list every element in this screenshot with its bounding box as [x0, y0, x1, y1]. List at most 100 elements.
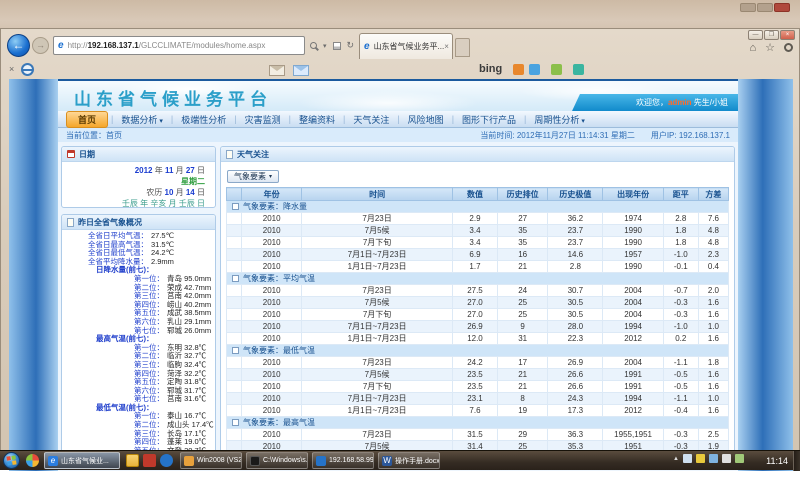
column-header-2[interactable]: 时间 — [302, 188, 453, 201]
table-row[interactable]: 20107月下旬23.52126.61991-0.51.6 — [227, 381, 729, 393]
nav-item-7[interactable]: 图形下行产品 — [454, 113, 524, 126]
ime-icon[interactable] — [696, 454, 705, 463]
folder-icon[interactable] — [126, 454, 139, 467]
table-row[interactable]: 20107月1日~7月23日23.1824.31994-1.11.0 — [227, 393, 729, 405]
nav-item-3[interactable]: 灾害监测 — [237, 113, 289, 126]
table-group-row[interactable]: 气象要素：最低气温 — [227, 345, 729, 357]
media-app-icon[interactable] — [143, 454, 156, 467]
network-icon[interactable] — [709, 454, 718, 463]
table-row[interactable]: 20107月23日24.21726.92004-1.11.8 — [227, 357, 729, 369]
checkbox[interactable] — [232, 203, 239, 210]
weather-focus-panel: 天气关注 气象要素 ▾ — [220, 146, 735, 464]
back-button[interactable]: ← — [7, 34, 30, 57]
nav-item-1[interactable]: 数据分析▾ — [113, 113, 171, 126]
app-icon[interactable] — [26, 454, 39, 467]
forward-button[interactable]: → — [32, 37, 49, 54]
table-row[interactable]: 20107月下旬3.43523.719901.84.8 — [227, 237, 729, 249]
show-desktop-button[interactable] — [793, 451, 800, 471]
browser-app-icon[interactable] — [160, 454, 173, 467]
address-bar[interactable]: e http://192.168.137.1/GLCCLIMATE/module… — [53, 36, 305, 55]
nav-item-4[interactable]: 整编资料 — [291, 113, 343, 126]
new-tab-button[interactable] — [455, 38, 470, 57]
nav-item-5[interactable]: 天气关注 — [345, 113, 397, 126]
table-row[interactable]: 20107月23日31.52936.31955,1951-0.32.5 — [227, 429, 729, 441]
table-row[interactable]: 20101月1日~7月23日1.7212.81990-0.10.4 — [227, 261, 729, 273]
compatibility-view-icon[interactable] — [333, 42, 341, 50]
toolbar-close-icon[interactable]: × — [9, 64, 14, 74]
close-button[interactable]: × — [780, 30, 795, 40]
row-select-cell — [227, 261, 242, 273]
maximize-button[interactable]: ❐ — [764, 30, 779, 40]
mail-open-icon[interactable] — [293, 65, 309, 76]
toolbar-icon-green[interactable] — [551, 64, 562, 75]
cell: 7月23日 — [302, 429, 453, 441]
volume-icon[interactable] — [722, 454, 731, 463]
refresh-icon[interactable]: ↻ — [347, 40, 355, 51]
cell: 1.6 — [698, 405, 728, 417]
cell: 26.9 — [452, 321, 497, 333]
table-row[interactable]: 20107月5候3.43523.719901.84.8 — [227, 225, 729, 237]
toolbar-icon-orange[interactable] — [513, 64, 524, 75]
column-header-6[interactable]: 出现年份 — [603, 188, 663, 201]
weather-table: 年份时间数值历史排位历史极值出现年份距平方差 气象要素：降水量20107月23日… — [226, 187, 729, 464]
table-group-row[interactable]: 气象要素：降水量 — [227, 201, 729, 213]
taskbar-task-active[interactable]: e 山东省气候业... — [44, 452, 120, 469]
search-icon[interactable] — [310, 42, 317, 49]
nav-item-6[interactable]: 风险地图 — [400, 113, 452, 126]
nav-item-0[interactable]: 首页 — [66, 111, 108, 128]
taskbar-task-vm[interactable]: Win2008 (VS2... — [180, 452, 242, 469]
taskbar-clock[interactable]: 11:14 — [766, 456, 788, 466]
update-icon[interactable] — [683, 454, 692, 463]
taskbar-task-rdp[interactable]: 192.168.58.99... — [312, 452, 374, 469]
task-label: 操作手册.docx... — [395, 456, 440, 466]
table-group-row[interactable]: 气象要素：平均气温 — [227, 273, 729, 285]
table-row[interactable]: 20107月5候27.02530.52004-0.31.6 — [227, 297, 729, 309]
table-row[interactable]: 20107月1日~7月23日6.91614.61957-1.02.3 — [227, 249, 729, 261]
nav-item-8[interactable]: 周期性分析▾ — [526, 113, 593, 126]
taskbar-task-word[interactable]: W 操作手册.docx... — [378, 452, 440, 469]
tab-close-icon[interactable]: × — [444, 42, 449, 51]
column-header-5[interactable]: 历史极值 — [548, 188, 603, 201]
close-icon[interactable] — [774, 3, 790, 12]
checkbox[interactable] — [232, 347, 239, 354]
minimize-icon[interactable] — [740, 3, 756, 12]
column-header-0[interactable] — [227, 188, 242, 201]
table-row[interactable]: 20101月1日~7月23日7.61917.32012-0.41.6 — [227, 405, 729, 417]
column-header-8[interactable]: 方差 — [698, 188, 728, 201]
home-icon[interactable]: ⌂ — [749, 42, 756, 54]
table-row[interactable]: 20101月1日~7月23日12.03122.320120.21.6 — [227, 333, 729, 345]
start-button[interactable] — [3, 452, 20, 469]
action-center-flag-icon[interactable] — [735, 454, 744, 463]
cell: 1990 — [603, 261, 663, 273]
column-header-4[interactable]: 历史排位 — [498, 188, 548, 201]
taskbar-task-cmd[interactable]: C:\Windows\s... — [246, 452, 308, 469]
bing-logo[interactable]: bing — [479, 63, 502, 75]
toolbar-icon-blue[interactable] — [529, 64, 540, 75]
column-header-1[interactable]: 年份 — [242, 188, 302, 201]
column-header-3[interactable]: 数值 — [452, 188, 497, 201]
checkbox[interactable] — [232, 419, 239, 426]
cell: 23.7 — [548, 237, 603, 249]
table-row[interactable]: 20107月23日2.92736.219742.87.6 — [227, 213, 729, 225]
table-row[interactable]: 20107月下旬27.02530.52004-0.31.6 — [227, 309, 729, 321]
tab-title: 山东省气候业务平... — [374, 41, 445, 52]
maximize-icon[interactable] — [757, 3, 773, 12]
nav-item-2[interactable]: 极端性分析 — [173, 113, 234, 126]
mail-icon[interactable] — [269, 65, 285, 76]
table-row[interactable]: 20107月23日27.52430.72004-0.72.0 — [227, 285, 729, 297]
favorites-star-icon[interactable]: ☆ — [765, 41, 775, 54]
table-row[interactable]: 20107月5候23.52126.61991-0.51.6 — [227, 369, 729, 381]
element-filter-button[interactable]: 气象要素 ▾ — [227, 170, 279, 183]
browser-tab[interactable]: e 山东省气候业务平... × — [359, 33, 453, 59]
cell: 1957 — [603, 249, 663, 261]
table-group-row[interactable]: 气象要素：最高气温 — [227, 417, 729, 429]
checkbox[interactable] — [232, 275, 239, 282]
minimize-button[interactable]: — — [748, 30, 763, 40]
dropdown-arrow-icon[interactable]: ▾ — [323, 42, 327, 50]
column-header-7[interactable]: 距平 — [663, 188, 698, 201]
hidden-icons-arrow[interactable]: ▲ — [673, 456, 679, 462]
table-row[interactable]: 20107月1日~7月23日26.9928.01994-1.01.0 — [227, 321, 729, 333]
toolbar-icon-teal[interactable] — [573, 64, 584, 75]
blocked-icon[interactable] — [21, 63, 34, 76]
gear-icon[interactable] — [784, 43, 793, 52]
